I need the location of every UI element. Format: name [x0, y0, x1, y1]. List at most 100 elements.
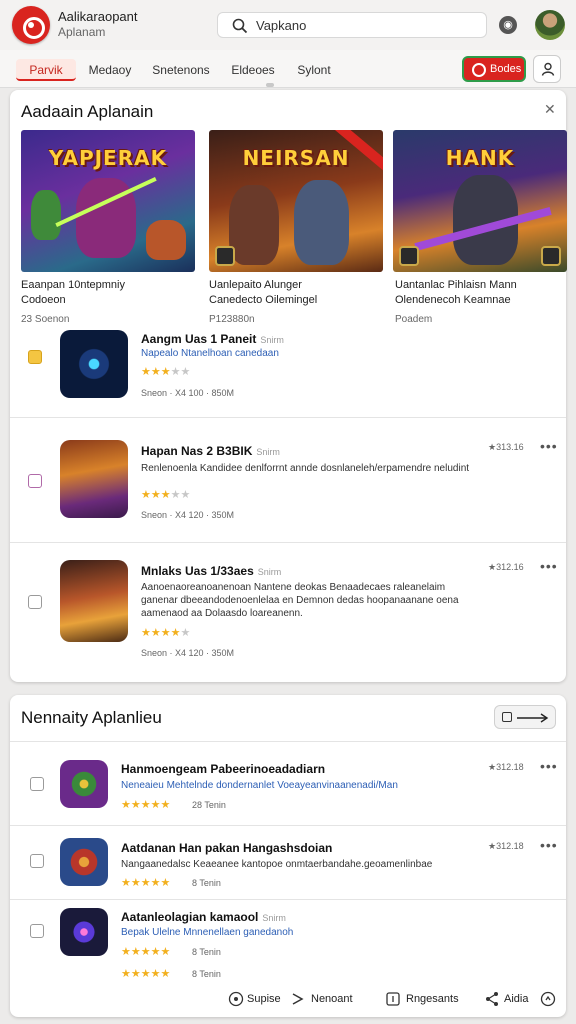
featured-tile-3[interactable]: HANK	[393, 130, 567, 272]
app-thumbnail[interactable]	[60, 560, 128, 642]
app-meta: Sneon · X4 120 · 350M	[141, 510, 235, 520]
app-title[interactable]: Hapan Nas 2 B3BIK Snirm	[141, 444, 280, 458]
featured-apps-card: Aadaain Aplanain ✕ YAPJERAK NEIRSAN HANK…	[10, 90, 567, 682]
row-checkbox[interactable]	[30, 854, 44, 868]
featured-name[interactable]: Uantanlac Pihlaisn Mann Olendenecoh Keam…	[395, 278, 517, 308]
row-checkbox[interactable]	[30, 924, 44, 938]
star-rating: ★★★★★	[141, 489, 191, 501]
divider	[10, 825, 566, 826]
more-options-icon[interactable]: •••	[540, 837, 558, 853]
app-thumbnail[interactable]	[60, 760, 108, 808]
app-link[interactable]: Bepak Ulelne Mnnenellaen ganedanoh	[121, 927, 293, 938]
app-link[interactable]: Neneaieu Mehtelnde dondernanlet Voeayean…	[121, 780, 398, 791]
chat-icon[interactable]	[540, 991, 556, 1007]
tab-sylont[interactable]: Sylont	[292, 59, 336, 81]
row-checkbox[interactable]	[30, 777, 44, 791]
help-circle-icon[interactable]	[228, 991, 244, 1007]
arrow-right-icon	[517, 713, 549, 723]
app-title[interactable]: Aatdanan Han pakan Hangashsdoian	[121, 841, 332, 855]
tab-eldeoes[interactable]: Eldeoes	[226, 59, 280, 81]
share-icon[interactable]	[484, 991, 500, 1007]
featured-name[interactable]: Uanlepaito Alunger Canedecto Oilemingel	[209, 278, 317, 308]
tab-indicator	[266, 83, 274, 87]
box-icon	[502, 712, 512, 722]
character-figure	[146, 220, 186, 260]
app-thumbnail[interactable]	[60, 330, 128, 398]
app-title[interactable]: Aatanleolagian kamaool Snirm	[121, 910, 286, 924]
search-bar[interactable]	[217, 12, 487, 38]
game-badge-icon	[399, 246, 419, 266]
app-rating-count: ★312.18	[488, 762, 524, 772]
app-meta: 28 Tenin	[192, 800, 226, 810]
row-checkbox[interactable]	[28, 595, 42, 609]
app-description: Aanoenaoreanoanenoan Nantene deokas Bena…	[141, 582, 459, 619]
featured-meta: Poadem	[395, 314, 433, 325]
app-meta: 8 Tenin	[192, 878, 221, 888]
search-icon	[232, 18, 248, 34]
more-options-icon[interactable]: •••	[540, 558, 558, 574]
app-thumbnail[interactable]	[60, 838, 108, 886]
character-figure	[229, 185, 279, 265]
bodes-button[interactable]: Bodes	[462, 56, 526, 82]
app-meta: 8 Tenin	[192, 969, 221, 979]
featured-tile-1[interactable]: YAPJERAK	[21, 130, 195, 272]
profile-button[interactable]	[533, 55, 561, 83]
game-badge-icon	[541, 246, 561, 266]
section-title: Nennaity Aplanlieu	[21, 708, 162, 727]
close-icon[interactable]: ✕	[544, 101, 556, 118]
game-badge-icon	[215, 246, 235, 266]
top-bar: Aalikaraopant Aplanam ◉	[0, 0, 576, 50]
star-rating: ★★★★★	[121, 968, 171, 980]
featured-meta: P123880n	[209, 314, 255, 325]
app-thumbnail[interactable]	[60, 440, 128, 518]
notification-icon[interactable]: ◉	[499, 16, 517, 34]
app-link[interactable]: Napealo Ntanelhoan canedaan	[141, 348, 279, 359]
divider	[10, 741, 566, 742]
see-all-button[interactable]	[494, 705, 556, 729]
row-checkbox[interactable]	[28, 350, 42, 364]
app-title[interactable]: Aangm Uas 1 Paneit Snirm	[141, 332, 284, 346]
app-meta: 8 Tenin	[192, 947, 221, 957]
nav-supise[interactable]: Supise	[247, 993, 281, 1005]
featured-art-title: NEIRSAN	[242, 146, 350, 170]
tab-medaoy[interactable]: Medaoy	[84, 59, 136, 81]
divider	[10, 542, 566, 543]
featured-tile-2[interactable]: NEIRSAN	[209, 130, 383, 272]
app-rating-count: ★312.16	[488, 562, 524, 572]
app-rating-count: ★312.18	[488, 841, 524, 851]
share-arrow-icon[interactable]	[290, 991, 306, 1007]
star-rating: ★★★★★	[141, 627, 191, 639]
app-description: Renlenoenla Kandidee denlforrnt annde do…	[141, 463, 470, 474]
app-title[interactable]: Mnlaks Uas 1/33aes Snirm	[141, 564, 281, 578]
more-options-icon[interactable]: •••	[540, 438, 558, 454]
featured-name[interactable]: Eaanpan 10ntepmniy Codoeon	[21, 278, 125, 308]
featured-meta: 23 Soenon	[21, 314, 70, 325]
nav-aidia[interactable]: Aidia	[504, 993, 528, 1005]
box-icon[interactable]	[385, 991, 401, 1007]
row-checkbox[interactable]	[28, 474, 42, 488]
more-options-icon[interactable]: •••	[540, 758, 558, 774]
character-figure	[294, 180, 349, 265]
tab-snetenons[interactable]: Snetenons	[148, 59, 214, 81]
app-logo-icon[interactable]	[12, 6, 50, 44]
app-description: Nangaanedalsc Keaeanee kantopoe onmtaerb…	[121, 859, 433, 870]
app-meta: Sneon · X4 100 · 850M	[141, 388, 235, 398]
app-thumbnail[interactable]	[60, 908, 108, 956]
star-rating: ★★★★★	[141, 366, 191, 378]
app-subtitle: Aplanam	[58, 25, 106, 39]
new-apps-card: Nennaity Aplanlieu Hanmoengeam Pabeerino…	[10, 695, 566, 1017]
app-meta: Sneon · X4 120 · 350M	[141, 648, 235, 658]
character-figure	[31, 190, 61, 240]
divider	[10, 417, 566, 418]
featured-art-title: HANK	[445, 146, 515, 170]
nav-rngesants[interactable]: Rngesants	[406, 993, 459, 1005]
nav-nenoant[interactable]: Nenoant	[311, 993, 353, 1005]
star-rating: ★★★★★	[121, 799, 171, 811]
star-rating: ★★★★★	[121, 877, 171, 889]
divider	[10, 899, 566, 900]
user-avatar[interactable]	[535, 10, 565, 40]
app-title[interactable]: Hanmoengeam Pabeerinoeadadiarn	[121, 762, 325, 776]
section-title: Aadaain Aplanain	[21, 102, 154, 121]
tab-parvik[interactable]: Parvik	[16, 59, 76, 81]
search-input[interactable]	[256, 16, 476, 34]
